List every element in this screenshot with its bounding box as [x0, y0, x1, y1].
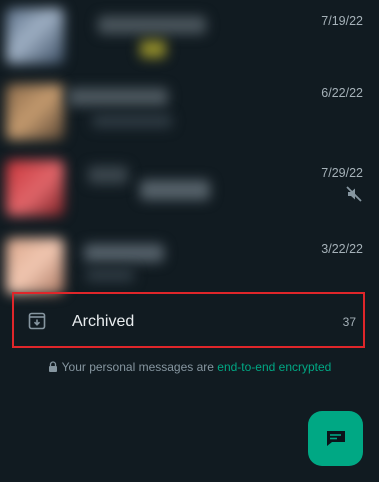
chat-preview-redacted — [92, 114, 172, 128]
avatar — [6, 84, 64, 140]
chat-name-redacted — [98, 16, 206, 34]
chat-list-item[interactable]: 7/29/22 — [0, 152, 379, 222]
new-chat-button[interactable] — [308, 411, 363, 466]
chat-name-redacted — [84, 244, 164, 262]
chat-preview-redacted — [140, 40, 166, 58]
chat-preview-redacted — [140, 180, 210, 200]
chat-name-redacted — [88, 166, 128, 184]
archived-chats-row[interactable]: Archived 37 — [12, 292, 365, 348]
chat-date: 6/22/22 — [321, 86, 363, 100]
avatar — [6, 160, 64, 216]
encryption-link[interactable]: end-to-end encrypted — [217, 360, 331, 374]
archive-icon — [28, 312, 46, 330]
encryption-text: Your personal messages are — [61, 360, 218, 374]
avatar — [6, 238, 64, 294]
chat-list-item[interactable]: 3/22/22 — [0, 228, 379, 298]
lock-icon — [48, 361, 57, 372]
chat-list-item[interactable]: 6/22/22 — [0, 72, 379, 142]
chat-date: 7/29/22 — [321, 166, 363, 180]
avatar — [6, 8, 64, 64]
chat-date: 7/19/22 — [321, 14, 363, 28]
chat-list-item[interactable]: 7/19/22 — [0, 0, 379, 70]
chat-preview-redacted — [86, 268, 134, 282]
archived-label: Archived — [72, 313, 135, 330]
encryption-notice: Your personal messages are end-to-end en… — [0, 360, 379, 374]
new-chat-icon — [326, 431, 345, 446]
chat-list-screen: 7/19/22 6/22/22 7/29/22 3/22/22 Archived — [0, 0, 379, 482]
archived-count: 37 — [342, 315, 356, 329]
chat-date: 3/22/22 — [321, 242, 363, 256]
muted-speaker-icon — [346, 186, 362, 202]
chat-name-redacted — [68, 88, 168, 106]
